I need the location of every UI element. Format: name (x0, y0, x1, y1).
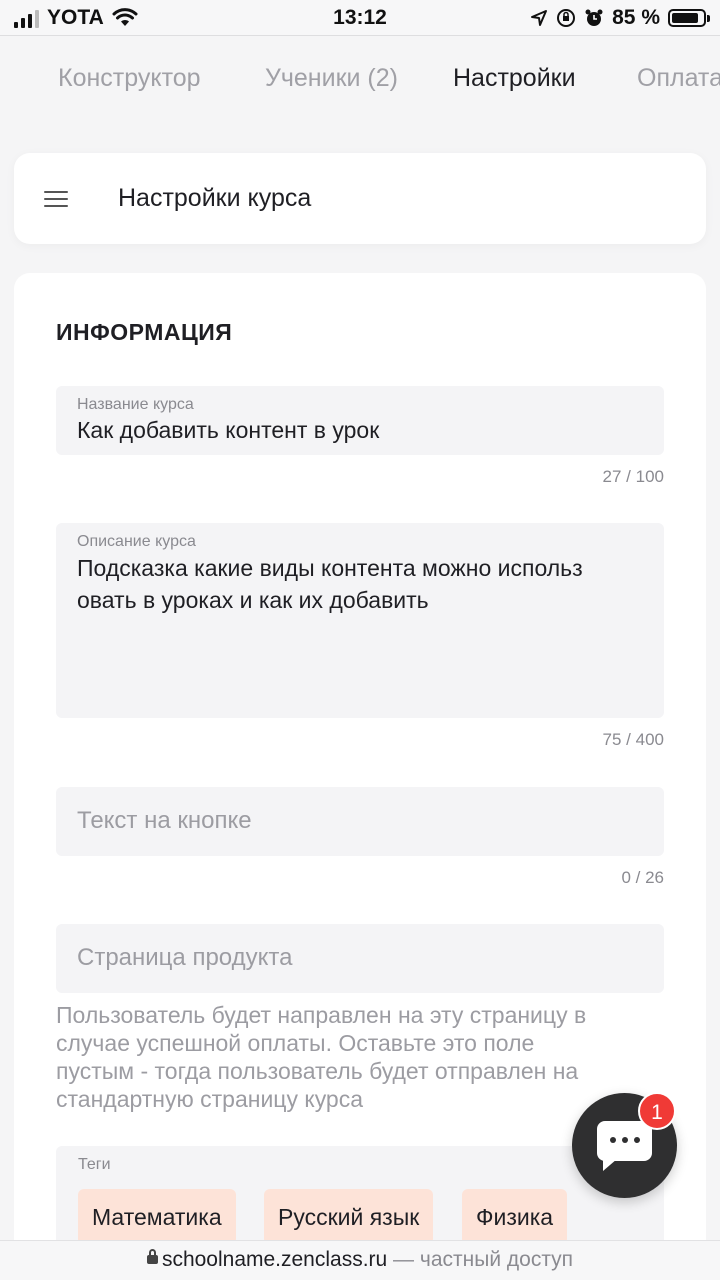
course-description-field[interactable]: Описание курса Подсказка какие виды конт… (56, 523, 664, 718)
hamburger-icon[interactable] (44, 191, 68, 209)
tab-students[interactable]: Ученики (2) (265, 64, 398, 93)
product-page-field[interactable]: Страница продукта (56, 924, 664, 993)
url-domain: schoolname.zenclass.ru (161, 1248, 388, 1271)
course-name-label: Название курса (77, 396, 194, 413)
battery-icon (668, 9, 710, 27)
tab-constructor[interactable]: Конструктор (58, 64, 201, 93)
chat-unread-badge: 1 (638, 1092, 676, 1130)
tab-payment[interactable]: Оплата (637, 64, 720, 93)
hint-line: случае успешной оплаты. Оставьте это пол… (56, 1030, 535, 1056)
settings-header-card: Настройки курса (14, 153, 706, 244)
chat-bubble-icon (597, 1121, 652, 1171)
course-tabs: Конструктор Ученики (2) Настройки Оплата (0, 36, 720, 126)
course-description-line-2: овать в уроках и как их добавить (77, 587, 429, 613)
button-text-field[interactable]: Текст на кнопке (56, 787, 664, 856)
browser-url-bar[interactable]: schoolname.zenclass.ru — частный доступ (0, 1240, 720, 1280)
course-description-counter: 75 / 400 (602, 730, 664, 749)
product-page-hint: Пользователь будет направлен на эту стра… (56, 1001, 664, 1113)
alarm-clock-icon (585, 9, 603, 26)
location-arrow-icon (531, 10, 548, 26)
course-name-counter: 27 / 100 (602, 467, 664, 486)
tag-chip[interactable]: Математика (78, 1189, 236, 1245)
status-bar: YOTA 13:12 85 % (0, 0, 720, 36)
course-name-value: Как добавить контент в урок (77, 417, 380, 443)
rotation-lock-icon (557, 9, 576, 27)
lock-icon (146, 1248, 158, 1264)
hint-line: Пользователь будет направлен на эту стра… (56, 1002, 587, 1028)
tag-chip[interactable]: Физика (462, 1189, 568, 1245)
course-name-field[interactable]: Название курса Как добавить контент в ур… (56, 386, 664, 455)
tab-settings[interactable]: Настройки (453, 64, 576, 93)
url-access-note: — частный доступ (387, 1248, 574, 1271)
product-page-placeholder: Страница продукта (77, 944, 293, 971)
hint-line: стандартную страницу курса (56, 1086, 364, 1112)
course-description-line-1: Подсказка какие виды контента можно испо… (77, 555, 583, 581)
section-title: ИНФОРМАЦИЯ (56, 319, 233, 345)
tags-label: Теги (78, 1156, 111, 1173)
button-text-placeholder: Текст на кнопке (77, 807, 252, 834)
course-description-label: Описание курса (77, 533, 196, 550)
tag-chip[interactable]: Русский язык (264, 1189, 434, 1245)
battery-percent: 85 % (612, 6, 660, 29)
button-text-counter: 0 / 26 (621, 868, 664, 887)
hint-line: пустым - тогда пользователь будет отправ… (56, 1058, 579, 1084)
page-title: Настройки курса (118, 184, 312, 212)
